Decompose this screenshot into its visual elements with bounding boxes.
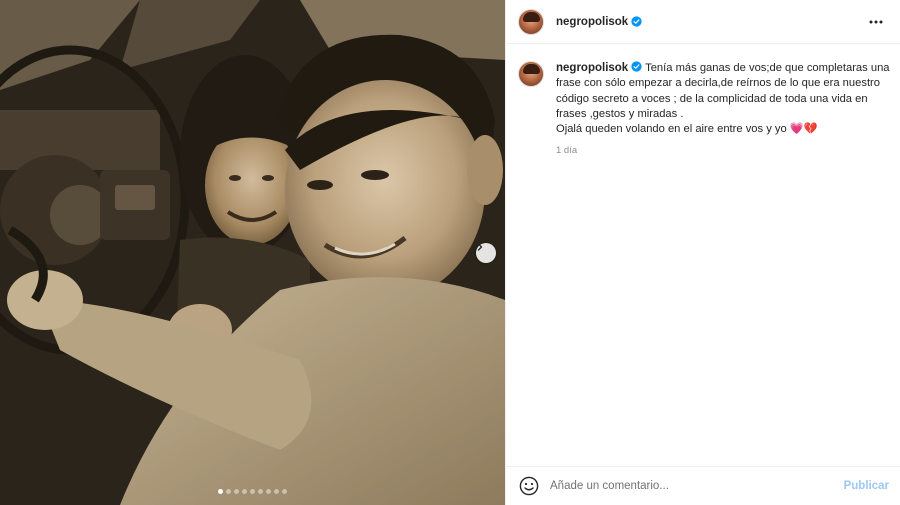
instagram-post-view: negropolisok negropolisok Tenía más gana… bbox=[0, 0, 900, 505]
caption-text-line: Ojalá queden volando en el aire entre vo… bbox=[556, 123, 787, 136]
verified-badge-icon bbox=[631, 16, 642, 27]
caption-text-line: frase con sólo empezar a decirla,de reír… bbox=[556, 77, 881, 90]
comment-input[interactable] bbox=[550, 480, 820, 492]
carousel-dot bbox=[258, 489, 263, 494]
emoji-smile-icon bbox=[519, 476, 539, 496]
post-header: negropolisok bbox=[506, 0, 900, 44]
emoji-button[interactable] bbox=[518, 475, 540, 497]
carousel-dot bbox=[274, 489, 279, 494]
more-options-button[interactable] bbox=[864, 10, 888, 34]
caption-text-line: frases ,gestos y miradas . bbox=[556, 107, 684, 120]
post-photo[interactable] bbox=[0, 0, 505, 505]
caption-username[interactable]: negropolisok bbox=[556, 62, 628, 74]
more-options-icon bbox=[869, 20, 883, 23]
publish-button[interactable]: Publicar bbox=[844, 480, 889, 492]
next-slide-button[interactable] bbox=[476, 243, 496, 263]
comment-bar: Publicar bbox=[506, 466, 900, 505]
carousel-dot bbox=[250, 489, 255, 494]
caption-body: negropolisok Tenía más ganas de vos;de q… bbox=[556, 61, 891, 159]
carousel-dot bbox=[266, 489, 271, 494]
header-username[interactable]: negropolisok bbox=[556, 16, 628, 28]
carousel-dot bbox=[282, 489, 287, 494]
vintage-photo-illustration bbox=[0, 0, 505, 505]
caption-emojis: 💗💔 bbox=[789, 123, 818, 136]
caption: negropolisok Tenía más ganas de vos;de q… bbox=[518, 61, 893, 159]
caption-avatar[interactable] bbox=[518, 61, 544, 87]
avatar[interactable] bbox=[518, 8, 544, 35]
caption-text-line: Tenía más ganas de vos;de que completara… bbox=[645, 62, 890, 74]
caption-line-1: negropolisok Tenía más ganas de vos;de q… bbox=[556, 61, 891, 76]
post-timestamp[interactable]: 1 día bbox=[556, 143, 891, 158]
carousel-dot bbox=[226, 489, 231, 494]
carousel-indicator bbox=[0, 489, 505, 494]
caption-text-line-last: Ojalá queden volando en el aire entre vo… bbox=[556, 122, 891, 137]
carousel-dot bbox=[218, 489, 223, 494]
carousel-dot bbox=[234, 489, 239, 494]
chevron-right-icon bbox=[477, 243, 483, 251]
caption-text-line: código secreto a voces ; de la complicid… bbox=[556, 92, 868, 105]
carousel-dot bbox=[242, 489, 247, 494]
verified-badge-icon bbox=[631, 61, 642, 72]
post-details-panel: negropolisok negropolisok Tenía más gana… bbox=[505, 0, 900, 505]
